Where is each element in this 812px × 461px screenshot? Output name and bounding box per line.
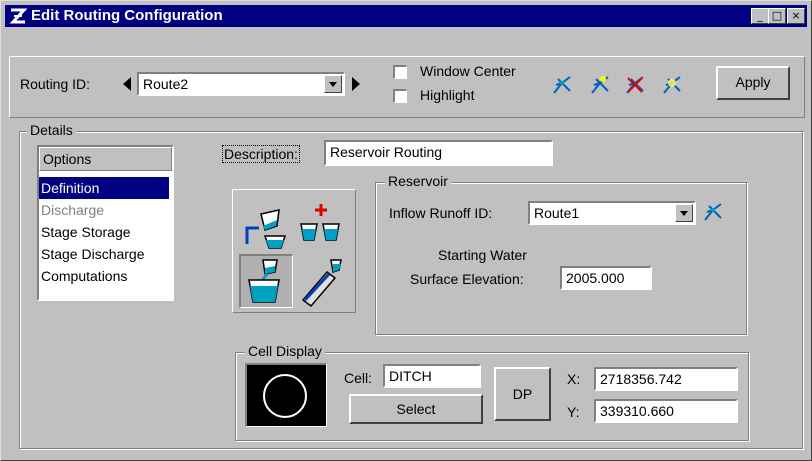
options-list: Options Definition Discharge Stage Stora… [37,145,174,301]
locate-route-icon[interactable] [550,73,574,97]
dp-button[interactable]: DP [494,367,551,421]
option-definition[interactable]: Definition [39,177,169,199]
routing-id-value: Route2 [143,76,189,92]
starting-water-label: Starting Water [438,247,527,263]
cell-label: Cell: [344,370,373,386]
locate-inflow-icon[interactable] [701,200,725,224]
previous-route-arrow[interactable] [123,77,131,91]
title-bar[interactable]: Edit Routing Configuration _ □ × [5,5,807,27]
cell-display-group-label: Cell Display [245,343,325,359]
y-coordinate-value: 339310.660 [600,403,674,419]
details-group-label: Details [27,122,76,138]
inflow-runoff-value: Route1 [534,205,580,221]
inflow-runoff-label: Inflow Runoff ID: [389,205,493,221]
option-stage-storage[interactable]: Stage Storage [39,221,169,243]
maximize-button[interactable]: □ [768,8,786,24]
x-coordinate-label: X: [567,371,581,387]
chevron-down-icon[interactable] [675,204,693,222]
app-logo-icon [9,8,27,24]
inflow-bucket-icon[interactable] [239,200,291,252]
window-center-label: Window Center [420,63,516,79]
add-route-icon[interactable] [588,73,612,97]
description-label: Description: [222,145,300,163]
x-coordinate-input[interactable]: 2718356.742 [594,367,738,391]
reservoir-tool-selected[interactable] [239,254,293,308]
options-header: Options [39,147,172,171]
routing-type-panel [232,189,356,313]
select-cell-button[interactable]: Select [349,394,483,424]
option-discharge[interactable]: Discharge [39,199,169,221]
x-coordinate-value: 2718356.742 [600,371,682,387]
chevron-down-icon[interactable] [324,75,342,93]
edit-routing-window: Edit Routing Configuration _ □ × Routing… [0,0,812,461]
add-storage-icon[interactable] [295,200,347,252]
inflow-runoff-dropdown[interactable]: Route1 [528,201,696,225]
description-value: Reservoir Routing [330,144,443,160]
option-computations[interactable]: Computations [39,265,169,287]
window-center-checkbox[interactable] [393,65,407,79]
highlight-checkbox[interactable] [393,89,407,103]
option-stage-discharge[interactable]: Stage Discharge [39,243,169,265]
routing-id-label: Routing ID: [20,76,91,92]
y-coordinate-input[interactable]: 339310.660 [594,399,738,423]
next-route-arrow[interactable] [352,77,360,91]
routing-toolbar: Routing ID: Route2 Window Center Highlig… [9,56,805,118]
window-title: Edit Routing Configuration [31,7,223,24]
surface-elevation-value: 2005.000 [566,270,625,286]
cell-name-input[interactable]: DITCH [383,364,481,388]
routing-id-dropdown[interactable]: Route2 [137,72,345,96]
apply-button[interactable]: Apply [716,66,790,100]
reservoir-group-label: Reservoir [385,173,451,189]
y-coordinate-label: Y: [567,404,580,420]
close-button[interactable]: × [787,8,805,24]
highlight-label: Highlight [420,87,475,103]
surface-elevation-label: Surface Elevation: [410,271,524,287]
delete-route-icon[interactable] [623,73,647,97]
cell-preview [245,363,327,427]
reservoir-bucket-icon [248,259,280,303]
ditch-cell-icon [263,374,307,418]
description-input[interactable]: Reservoir Routing [324,140,553,166]
minimize-button[interactable]: _ [751,8,769,24]
cell-name-value: DITCH [389,368,432,384]
highlight-route-icon[interactable] [660,73,684,97]
pipe-routing-icon[interactable] [295,254,349,308]
surface-elevation-input[interactable]: 2005.000 [560,266,652,290]
